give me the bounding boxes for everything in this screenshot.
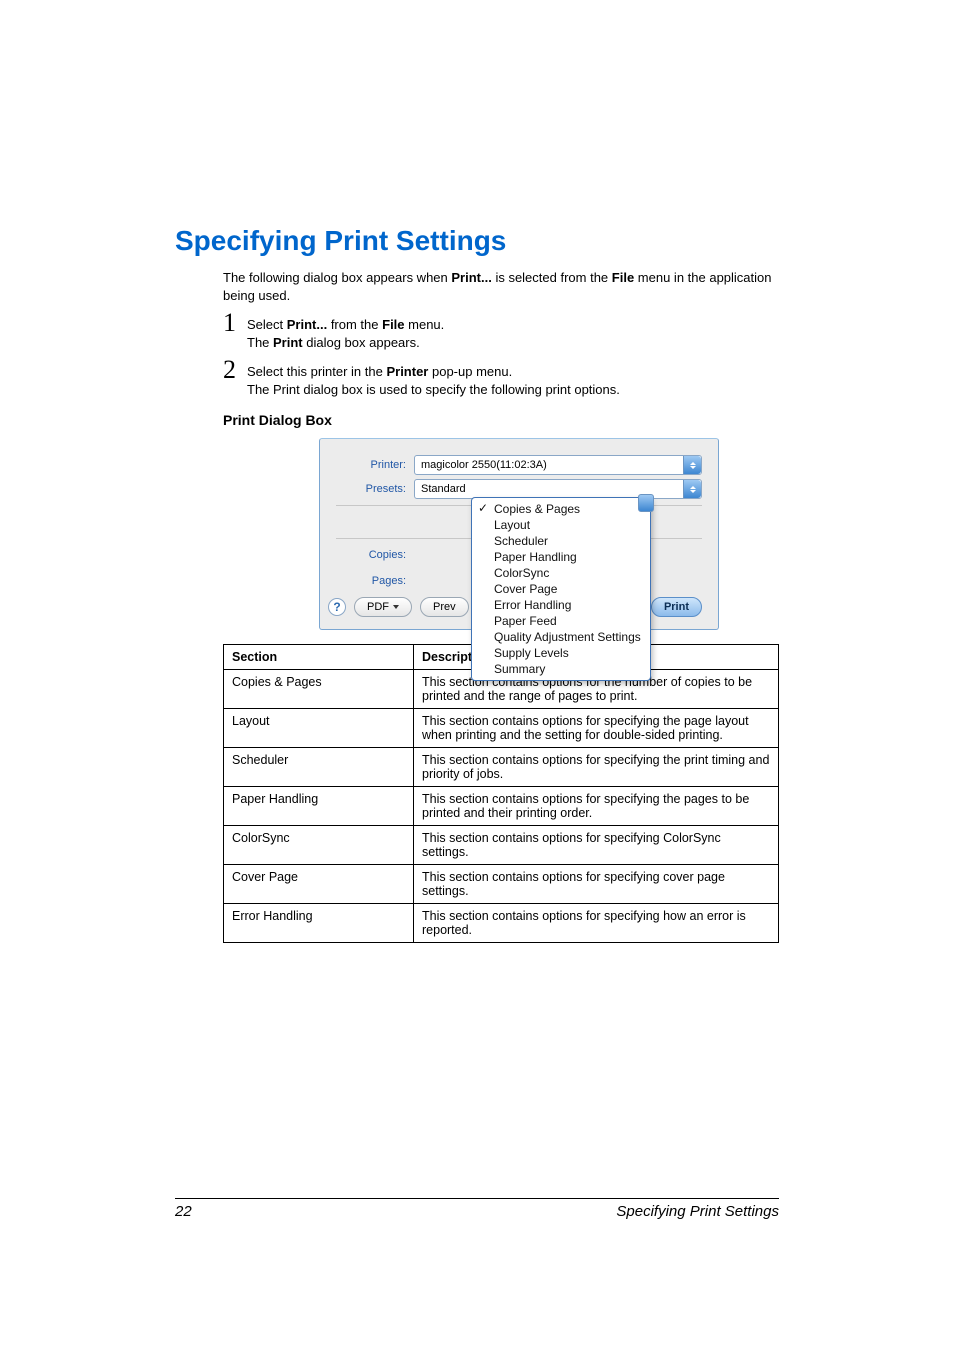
table-header-section: Section bbox=[224, 645, 414, 670]
menu-item-paper-handling[interactable]: Paper Handling bbox=[472, 549, 650, 565]
step-1-text-a: Select bbox=[247, 317, 287, 332]
step-1-text-e: menu. bbox=[405, 317, 445, 332]
print-dialog-box-heading: Print Dialog Box bbox=[223, 412, 779, 428]
intro-text-c: is selected from the bbox=[492, 270, 612, 285]
menu-item-error-handling[interactable]: Error Handling bbox=[472, 597, 650, 613]
step-1-number: 1 bbox=[223, 310, 247, 336]
step-1b-print-keyword: Print bbox=[273, 335, 303, 350]
printer-select[interactable]: magicolor 2550(11:02:3A) bbox=[414, 455, 702, 475]
page-footer: 22 Specifying Print Settings bbox=[175, 1198, 779, 1220]
table-row: LayoutThis section contains options for … bbox=[224, 709, 779, 748]
pdf-button[interactable]: PDF bbox=[354, 597, 412, 617]
printer-select-value: magicolor 2550(11:02:3A) bbox=[421, 459, 547, 471]
print-dialog-screenshot: Printer: magicolor 2550(11:02:3A) Preset… bbox=[319, 438, 779, 630]
table-row: Cover PageThis section contains options … bbox=[224, 865, 779, 904]
menu-item-layout[interactable]: Layout bbox=[472, 517, 650, 533]
pdf-button-label: PDF bbox=[367, 601, 389, 613]
step-2-line-1: Select this printer in the Printer pop-u… bbox=[247, 363, 620, 381]
intro-text-a: The following dialog box appears when bbox=[223, 270, 451, 285]
section-popup-menu[interactable]: Copies & Pages Layout Scheduler Paper Ha… bbox=[471, 497, 651, 681]
table-row: ColorSyncThis section contains options f… bbox=[224, 826, 779, 865]
updown-icon bbox=[683, 480, 701, 498]
pages-label: Pages: bbox=[372, 575, 406, 587]
step-1-print-keyword: Print... bbox=[287, 317, 327, 332]
step-1-line-1: Select Print... from the File menu. bbox=[247, 316, 444, 334]
table-row: Error HandlingThis section contains opti… bbox=[224, 904, 779, 943]
step-2-text-c: pop-up menu. bbox=[428, 364, 512, 379]
step-1-line-2: The Print dialog box appears. bbox=[247, 334, 444, 352]
menu-item-paper-feed[interactable]: Paper Feed bbox=[472, 613, 650, 629]
step-1-text-c: from the bbox=[327, 317, 382, 332]
step-1b-text-a: The bbox=[247, 335, 273, 350]
page-number: 22 bbox=[175, 1203, 192, 1220]
presets-select-value: Standard bbox=[421, 483, 466, 495]
step-2-printer-keyword: Printer bbox=[386, 364, 428, 379]
running-title: Specifying Print Settings bbox=[616, 1203, 779, 1220]
menu-item-summary[interactable]: Summary bbox=[472, 661, 650, 677]
presets-label: Presets: bbox=[336, 483, 406, 495]
section-description-table: Section Description Copies & PagesThis s… bbox=[223, 644, 779, 943]
printer-label: Printer: bbox=[336, 459, 406, 471]
print-button[interactable]: Print bbox=[651, 597, 702, 617]
intro-file-keyword: File bbox=[612, 270, 634, 285]
updown-icon bbox=[683, 456, 701, 474]
menu-item-scheduler[interactable]: Scheduler bbox=[472, 533, 650, 549]
step-2-text-a: Select this printer in the bbox=[247, 364, 386, 379]
menu-item-quality-adjustment[interactable]: Quality Adjustment Settings bbox=[472, 629, 650, 645]
menu-item-supply-levels[interactable]: Supply Levels bbox=[472, 645, 650, 661]
menu-item-cover-page[interactable]: Cover Page bbox=[472, 581, 650, 597]
step-1b-text-c: dialog box appears. bbox=[303, 335, 420, 350]
help-button[interactable]: ? bbox=[328, 598, 346, 616]
step-2-number: 2 bbox=[223, 357, 247, 383]
page-heading: Specifying Print Settings bbox=[175, 225, 779, 257]
menu-item-colorsync[interactable]: ColorSync bbox=[472, 565, 650, 581]
chevron-down-icon bbox=[393, 605, 399, 609]
table-row: Paper HandlingThis section contains opti… bbox=[224, 787, 779, 826]
preview-button[interactable]: Prev bbox=[420, 597, 469, 617]
table-row: SchedulerThis section contains options f… bbox=[224, 748, 779, 787]
step-1-file-keyword: File bbox=[382, 317, 404, 332]
intro-print-keyword: Print... bbox=[451, 270, 491, 285]
step-2-line-2: The Print dialog box is used to specify … bbox=[247, 381, 620, 399]
presets-select[interactable]: Standard bbox=[414, 479, 702, 499]
menu-item-copies-pages[interactable]: Copies & Pages bbox=[472, 501, 650, 517]
intro-paragraph: The following dialog box appears when Pr… bbox=[223, 269, 779, 304]
copies-label: Copies: bbox=[369, 549, 406, 561]
